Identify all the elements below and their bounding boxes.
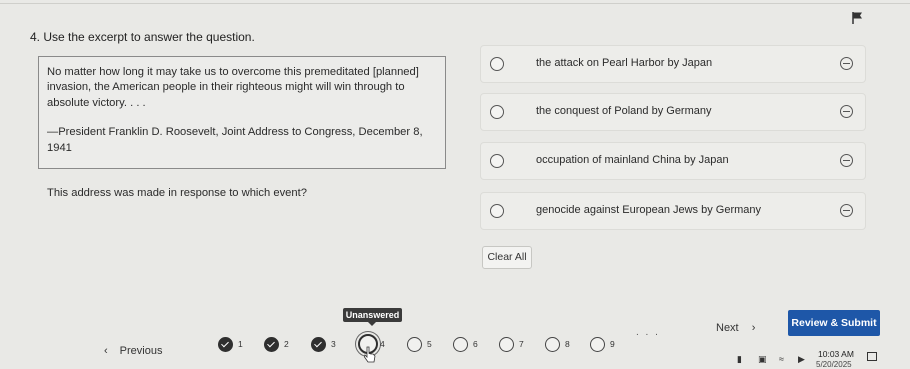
excerpt-box: No matter how long it may take us to ove…: [38, 56, 446, 169]
radio-button[interactable]: [490, 204, 504, 218]
eliminate-choice-icon[interactable]: [840, 57, 853, 70]
battery-icon[interactable]: ▮: [737, 354, 747, 364]
question-number: 4: [380, 339, 385, 349]
choice-c[interactable]: occupation of mainland China by Japan: [480, 142, 866, 180]
unanswered-tooltip: Unanswered: [343, 308, 402, 326]
answered-check-icon: [218, 337, 233, 352]
choice-d[interactable]: genocide against European Jews by German…: [480, 192, 866, 230]
unanswered-circle-icon: [453, 337, 468, 352]
unanswered-circle-icon: [545, 337, 560, 352]
eliminate-choice-icon[interactable]: [840, 105, 853, 118]
eliminate-choice-icon[interactable]: [840, 204, 853, 217]
next-button[interactable]: Next ›: [716, 322, 755, 334]
more-questions-ellipsis[interactable]: . . .: [636, 327, 660, 338]
excerpt-text: No matter how long it may take us to ove…: [47, 66, 419, 109]
answered-check-icon: [264, 337, 279, 352]
choice-label: occupation of mainland China by Japan: [536, 154, 729, 166]
taskbar-time[interactable]: 10:03 AM: [818, 349, 854, 359]
flag-icon[interactable]: [850, 11, 864, 25]
previous-button[interactable]: ‹ Previous: [104, 345, 162, 357]
taskbar-date[interactable]: 5/20/2025: [816, 360, 852, 369]
question-number: 9: [610, 339, 615, 349]
choice-label: the conquest of Poland by Germany: [536, 105, 712, 117]
radio-button[interactable]: [490, 57, 504, 71]
chevron-left-icon: ‹: [104, 345, 108, 357]
next-label: Next: [716, 322, 739, 334]
choice-label: the attack on Pearl Harbor by Japan: [536, 57, 713, 69]
question-number: 6: [473, 339, 478, 349]
answered-check-icon: [311, 337, 326, 352]
question-number: 5: [427, 339, 432, 349]
question-title: 4. Use the excerpt to answer the questio…: [30, 30, 255, 44]
mouse-pointer-icon: [364, 346, 376, 363]
unanswered-circle-icon: [590, 337, 605, 352]
excerpt-attribution: —President Franklin D. Roosevelt, Joint …: [47, 126, 423, 154]
question-number: 3: [331, 339, 336, 349]
top-divider: [0, 3, 910, 4]
choice-b[interactable]: the conquest of Poland by Germany: [480, 93, 866, 131]
radio-button[interactable]: [490, 154, 504, 168]
choice-label: genocide against European Jews by German…: [536, 204, 762, 216]
clear-all-button[interactable]: Clear All: [482, 246, 532, 269]
notification-icon[interactable]: [867, 352, 877, 361]
volume-icon[interactable]: ▶: [798, 354, 808, 364]
question-number: 2: [284, 339, 289, 349]
question-number: 8: [565, 339, 570, 349]
eliminate-choice-icon[interactable]: [840, 154, 853, 167]
unanswered-circle-icon: [407, 337, 422, 352]
question-prompt: This address was made in response to whi…: [47, 187, 307, 199]
camera-icon[interactable]: ▣: [758, 354, 768, 364]
previous-label: Previous: [119, 345, 163, 357]
question-number: 1: [238, 339, 243, 349]
choice-a[interactable]: the attack on Pearl Harbor by Japan: [480, 45, 866, 83]
wifi-icon[interactable]: ≈: [779, 354, 789, 364]
chevron-right-icon: ›: [751, 322, 756, 334]
unanswered-circle-icon: [499, 337, 514, 352]
review-submit-button[interactable]: Review & Submit: [788, 310, 880, 336]
question-number: 7: [519, 339, 524, 349]
radio-button[interactable]: [490, 105, 504, 119]
